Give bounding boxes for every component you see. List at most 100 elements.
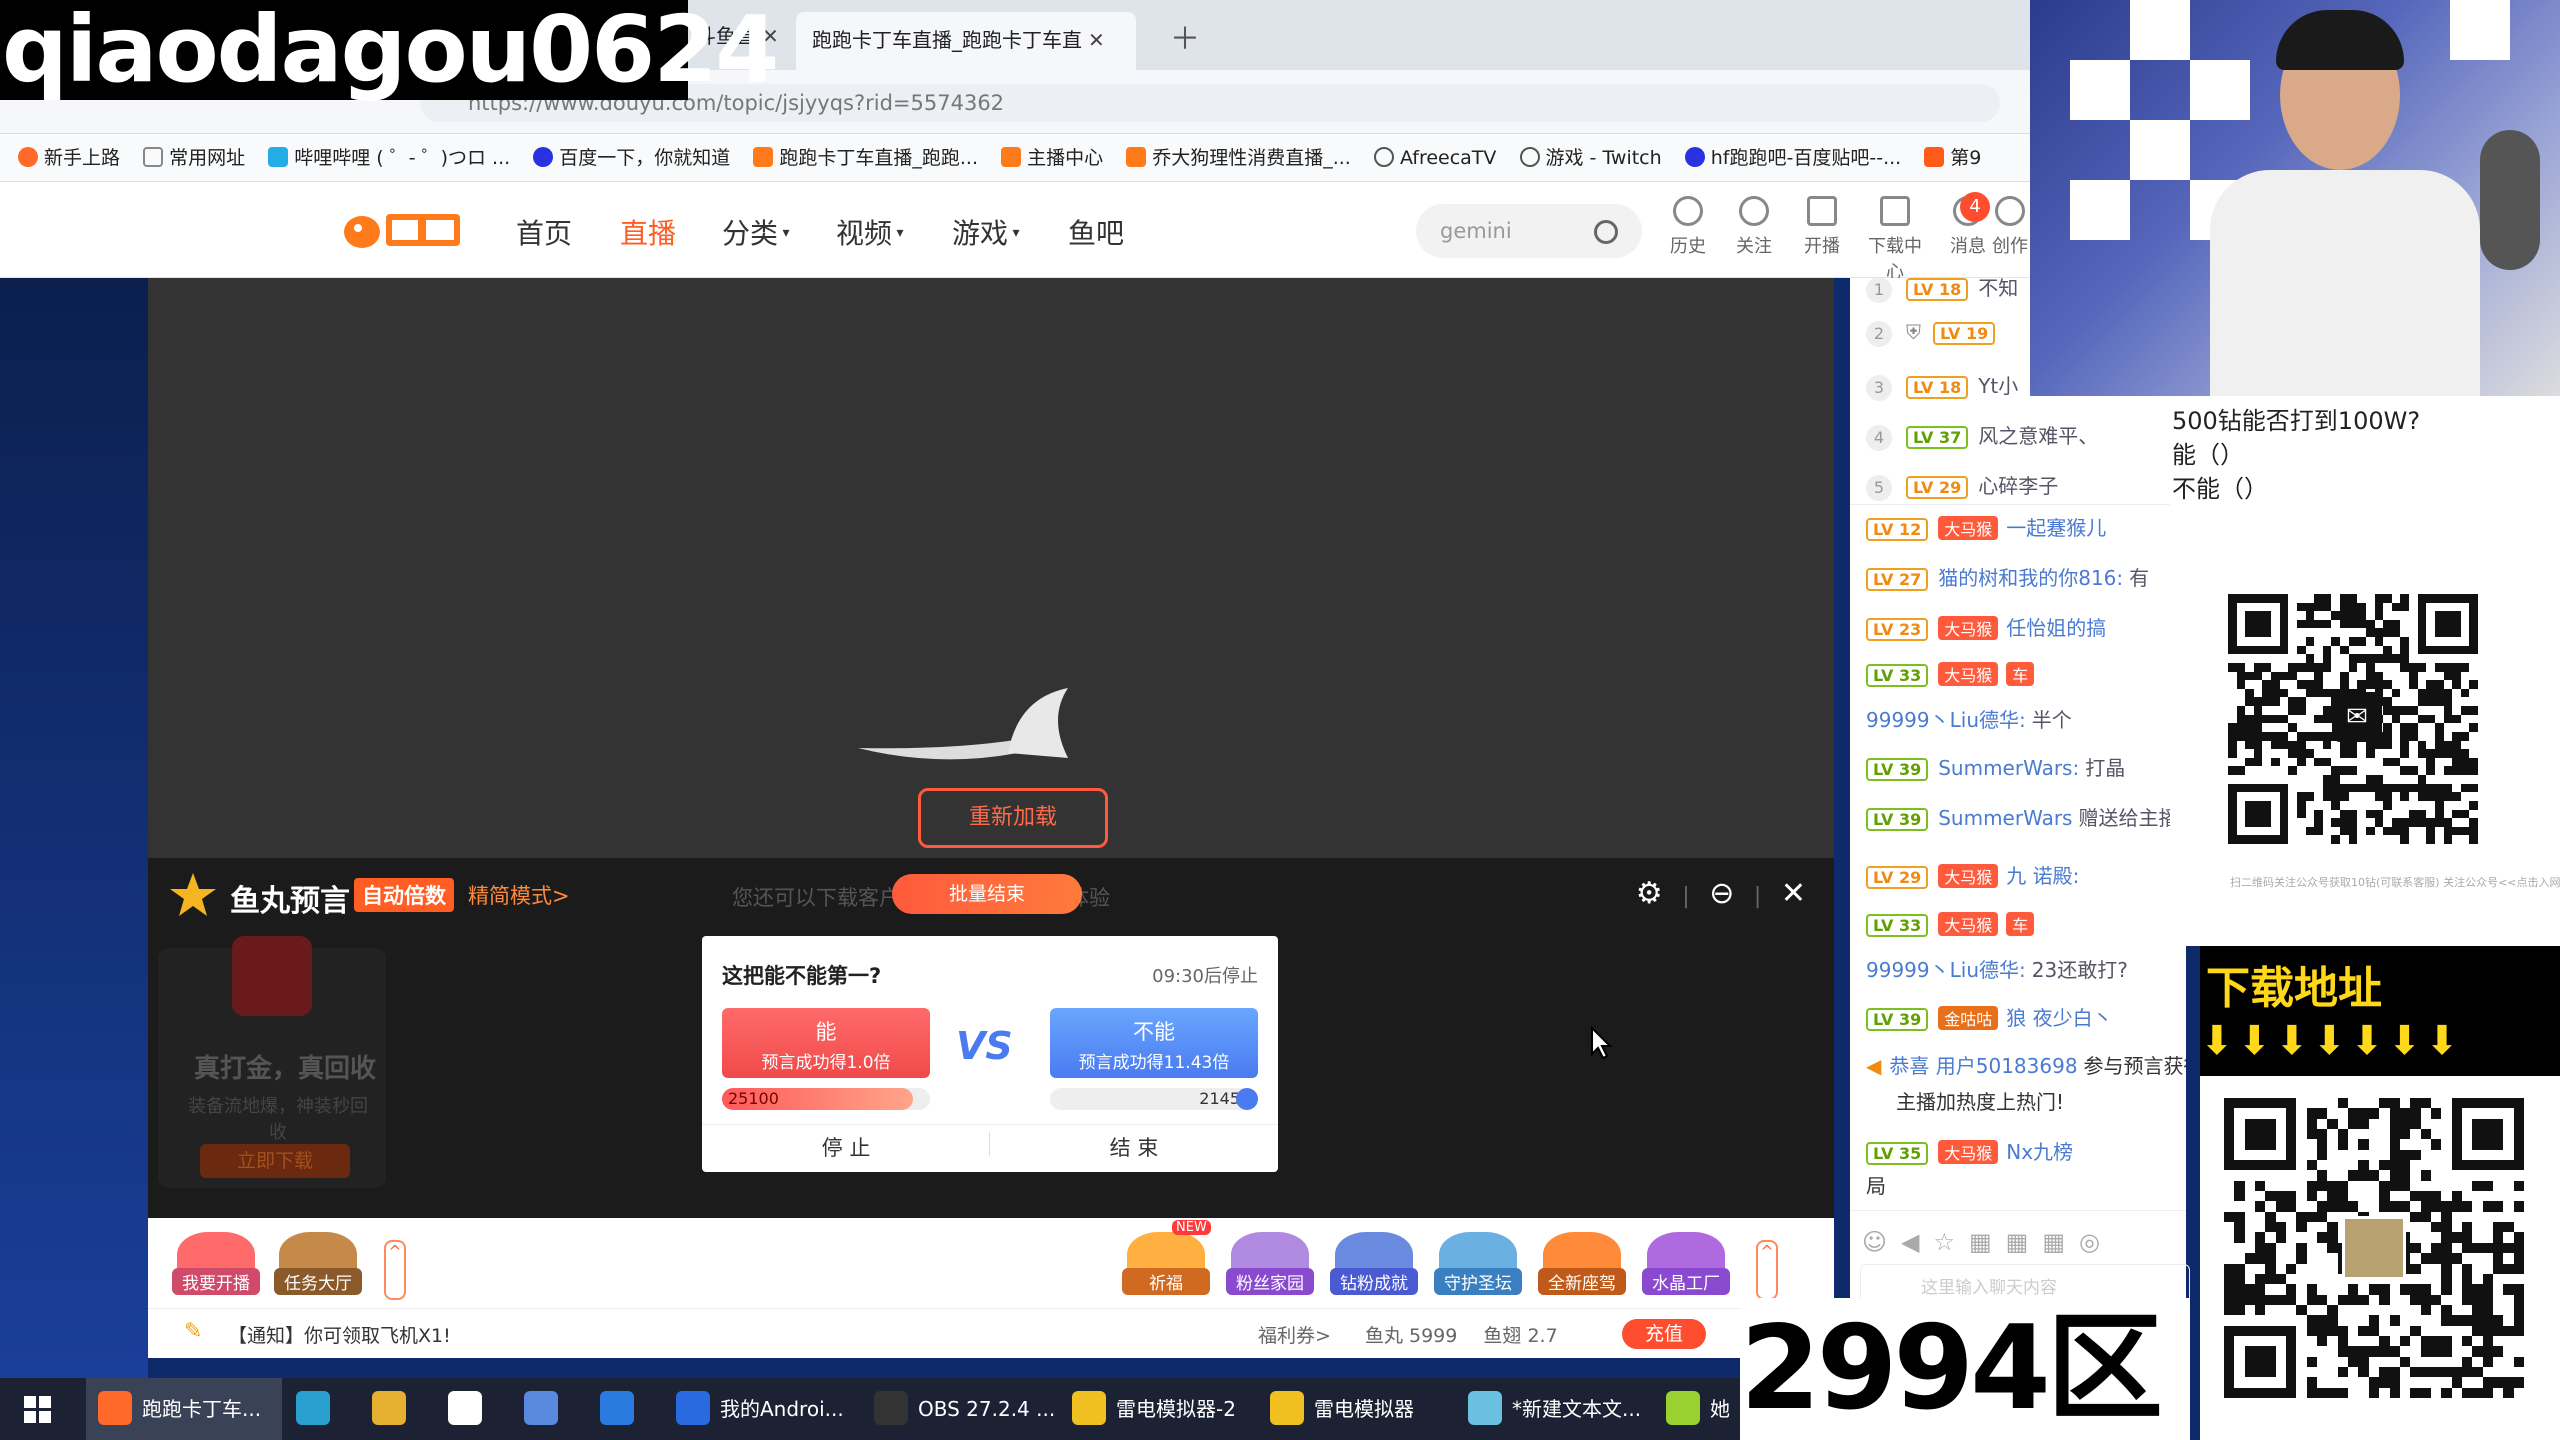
qr-module <box>2244 1253 2256 1264</box>
qr-module <box>2426 826 2435 836</box>
qr-module <box>2288 766 2297 776</box>
qr-module <box>2255 1253 2266 1264</box>
qr-module <box>2253 662 2263 672</box>
qr-module <box>2389 1129 2400 1140</box>
wall-panel <box>2130 0 2190 60</box>
follow-button[interactable]: 关注 <box>1724 196 1784 258</box>
taskbar-item[interactable] <box>284 1378 358 1440</box>
recharge-button[interactable]: 充值 <box>1622 1319 1706 1349</box>
qr-module <box>2317 1180 2328 1192</box>
option-yes-button[interactable]: 能 预言成功得1.0倍 <box>722 1008 930 1078</box>
qr-module <box>2452 740 2461 750</box>
prediction-deadline: 09:30后停止 <box>1152 966 1258 987</box>
qr-module <box>2340 611 2349 620</box>
chat-tools[interactable]: ☺◀☆▦▦▦◎ <box>1862 1228 2114 1256</box>
broadcast-button[interactable]: 开播 <box>1792 196 1852 258</box>
taskbar-item[interactable] <box>512 1378 586 1440</box>
tool-blessing[interactable]: 祈福 NEW <box>1122 1220 1211 1315</box>
tool-fan-home[interactable]: 粉丝家园 <box>1226 1232 1314 1315</box>
qr-module <box>2472 1294 2483 1305</box>
notice-text[interactable]: 【通知】你可领取飞机X1! <box>228 1321 451 1348</box>
search-icon[interactable] <box>1594 220 1618 244</box>
taskbar-item[interactable]: 她 <box>1654 1378 1850 1440</box>
batch-end-button[interactable]: 批量结束 <box>892 874 1082 914</box>
taskbar-item[interactable]: OBS 27.2.4 ... <box>862 1378 1058 1440</box>
browser-tab-active[interactable]: 跑跑卡丁车直播_跑跑卡丁车直 ✕ <box>796 12 1136 70</box>
expand-chevron-icon[interactable]: ^ <box>384 1240 406 1300</box>
taskbar-item[interactable]: 雷电模拟器-2 <box>1060 1378 1256 1440</box>
nav-game[interactable]: 游戏 ▾ <box>952 212 1020 252</box>
tool-new-vehicle[interactable]: 全新座驾 <box>1538 1232 1626 1315</box>
qr-module <box>2420 1304 2431 1316</box>
simple-mode-link[interactable]: 精简模式> <box>468 880 570 910</box>
bookmark-item[interactable]: hf跑跑吧-百度贴吧--... <box>1684 134 1901 181</box>
new-tab-icon[interactable]: ＋ <box>1170 14 1200 58</box>
taskbar-item[interactable] <box>588 1378 662 1440</box>
nav-category[interactable]: 分类 ▾ <box>722 212 790 252</box>
tool-diamond-achievement[interactable]: 钻粉成就 <box>1330 1232 1418 1315</box>
tool-start-broadcast[interactable]: 我要开播 <box>172 1232 260 1315</box>
qr-module <box>2306 1294 2318 1305</box>
tool-guard-altar[interactable]: 守护圣坛 <box>1434 1232 1522 1315</box>
tool-crystal-factory[interactable]: 水晶工厂 <box>1642 1232 1730 1315</box>
history-button[interactable]: 历史 <box>1658 196 1718 258</box>
qr-module <box>2331 835 2341 844</box>
qr-module <box>2322 619 2332 629</box>
qr-module <box>2265 1242 2276 1254</box>
bookmark-item[interactable]: AfreecaTV <box>1373 134 1496 181</box>
settings-icon[interactable]: ⚙ <box>1636 876 1663 911</box>
taskbar-item[interactable]: 我的Androi... <box>664 1378 860 1440</box>
promo-download-button[interactable]: 立即下载 <box>200 1144 350 1178</box>
close-icon[interactable]: ✕ <box>1781 876 1806 911</box>
auto-multiplier-badge[interactable]: 自动倍数 <box>354 878 454 912</box>
reload-button[interactable]: 重新加载 <box>918 788 1108 848</box>
nav-video[interactable]: 视频 ▾ <box>836 212 904 252</box>
qr-module <box>2296 809 2306 819</box>
download-center-button[interactable]: 下载中心 <box>1860 196 1930 284</box>
qr-module <box>2374 671 2384 681</box>
coupon-link[interactable]: 福利券> <box>1258 1325 1331 1347</box>
taskbar-item[interactable]: *新建文本文... <box>1456 1378 1652 1440</box>
bookmark-item[interactable]: 主播中心 <box>1001 134 1103 181</box>
tool-task-hall[interactable]: 任务大厅 <box>274 1232 362 1315</box>
bookmark-item[interactable]: 跑跑卡丁车直播_跑跑... <box>753 134 978 181</box>
bookmark-item[interactable]: 百度一下，你就知道 <box>533 134 730 181</box>
windows-start-icon[interactable] <box>24 1396 52 1424</box>
bookmark-item[interactable]: 第9 <box>1924 134 1981 181</box>
qr-module <box>2275 1273 2287 1285</box>
qr-module <box>2234 1191 2245 1202</box>
chat-message: LV 39 金咕咕狼 夜少白丶 <box>1866 1002 2186 1031</box>
qr-module <box>2234 1294 2245 1305</box>
bookmark-item[interactable]: 游戏 - Twitch <box>1519 134 1662 181</box>
taskbar-item[interactable] <box>360 1378 434 1440</box>
qr-module <box>2430 1253 2442 1264</box>
stop-button[interactable]: 停 止 <box>702 1132 990 1162</box>
tab-close-icon[interactable]: ✕ <box>1088 28 1105 52</box>
qr-module <box>2441 1263 2452 1274</box>
bookmark-item[interactable]: 哔哩哔哩 ( ゜- ゜)つロ ... <box>268 134 510 181</box>
qr-module <box>2348 1356 2359 1367</box>
bookmark-item[interactable]: 常用网址 <box>143 134 245 181</box>
prediction-card: 这把能不能第一? 09:30后停止 能 预言成功得1.0倍 VS 不能 预言成功… <box>702 936 1278 1172</box>
taskbar-item[interactable] <box>436 1378 510 1440</box>
bookmark-item[interactable]: 乔大狗理性消费直播_... <box>1126 134 1351 181</box>
expand-chevron-icon[interactable]: ^ <box>1756 1240 1778 1300</box>
taskbar-item[interactable]: 跑跑卡丁车... <box>86 1378 282 1440</box>
taskbar-item[interactable]: 雷电模拟器 <box>1258 1378 1454 1440</box>
nav-yuba[interactable]: 鱼吧 <box>1068 212 1124 252</box>
bookmark-item[interactable]: 新手上路 <box>18 134 120 181</box>
more-icon[interactable]: ⊖ <box>1709 876 1734 911</box>
prediction-title: 鱼丸预言 <box>230 884 350 919</box>
option-no-button[interactable]: 不能 预言成功得11.43倍 <box>1050 1008 1258 1078</box>
video-player[interactable]: 重新加载 <box>148 278 1834 858</box>
nav-live[interactable]: 直播 <box>620 212 676 252</box>
create-button[interactable]: 创作 <box>1990 196 2030 258</box>
qr-caption: 扫二维码关注公众号获取10钻(可联系客服) 关注公众号<<点击入网中>> <box>2230 876 2560 889</box>
douyu-logo[interactable] <box>340 206 464 256</box>
end-button[interactable]: 结 束 <box>990 1132 1278 1162</box>
promo-ad[interactable]: 真打金，真回收 装备流地爆，神装秒回收 立即下载 <box>158 936 386 1188</box>
qr-module <box>2314 731 2323 741</box>
no-pool-bar: 2145 <box>1050 1088 1258 1110</box>
app-icon <box>1072 1391 1106 1425</box>
nav-home[interactable]: 首页 <box>516 212 572 252</box>
